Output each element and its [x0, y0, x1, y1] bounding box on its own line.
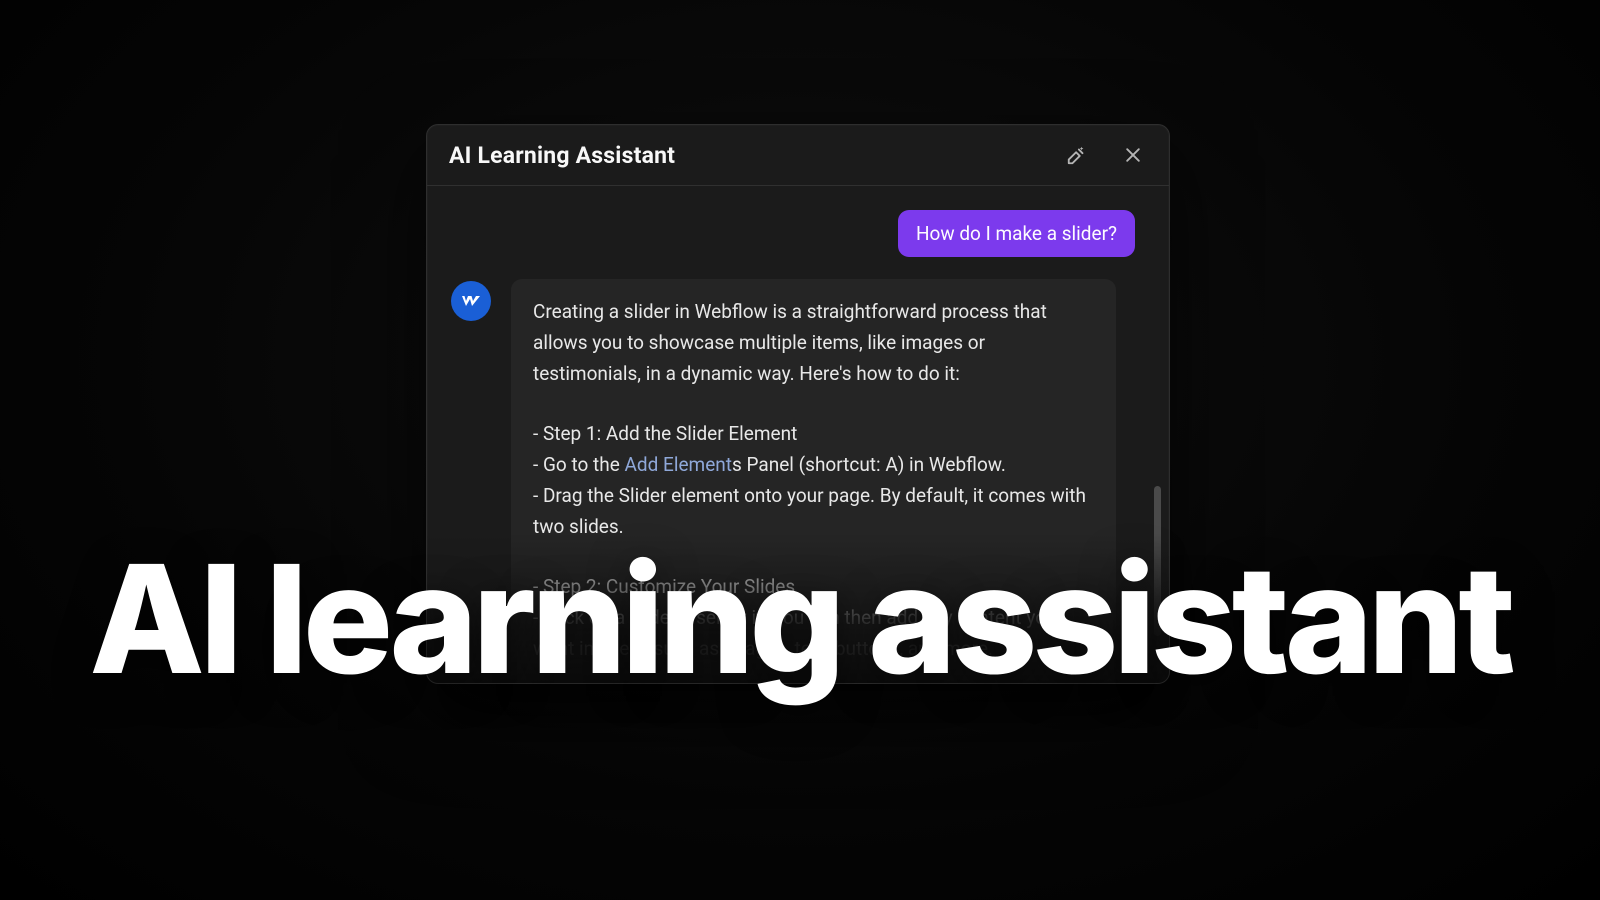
webflow-logo-icon	[459, 289, 483, 313]
assistant-avatar	[451, 281, 491, 321]
add-element-link[interactable]: Add Element	[625, 453, 732, 476]
header-actions	[1063, 141, 1147, 169]
text-fragment: - Go to the	[533, 453, 625, 476]
assistant-step2-title: - Step 2: Customize Your Slides	[533, 572, 1094, 603]
assistant-panel: AI Learning Assistant	[426, 124, 1170, 684]
scrollbar-thumb[interactable]	[1154, 486, 1161, 636]
close-icon[interactable]	[1119, 141, 1147, 169]
user-message: How do I make a slider?	[898, 210, 1135, 257]
panel-body: How do I make a slider? Creating a slide…	[427, 186, 1169, 683]
panel-title: AI Learning Assistant	[449, 142, 675, 169]
assistant-step1-title: - Step 1: Add the Slider Element	[533, 419, 1094, 450]
assistant-step1-a: - Go to the Add Elements Panel (shortcut…	[533, 450, 1094, 481]
assistant-step2-a: - Click on a slide to select it. You can…	[533, 603, 1094, 665]
text-fragment: s Panel (shortcut: A) in Webflow.	[732, 453, 1006, 476]
clear-icon[interactable]	[1063, 141, 1091, 169]
panel-header: AI Learning Assistant	[427, 125, 1169, 186]
assistant-row: Creating a slider in Webflow is a straig…	[451, 279, 1139, 683]
stage: AI Learning Assistant	[0, 0, 1600, 900]
user-message-row: How do I make a slider?	[451, 210, 1139, 257]
assistant-step1-b: - Drag the Slider element onto your page…	[533, 481, 1094, 543]
assistant-message: Creating a slider in Webflow is a straig…	[511, 279, 1116, 683]
assistant-intro: Creating a slider in Webflow is a straig…	[533, 297, 1094, 389]
